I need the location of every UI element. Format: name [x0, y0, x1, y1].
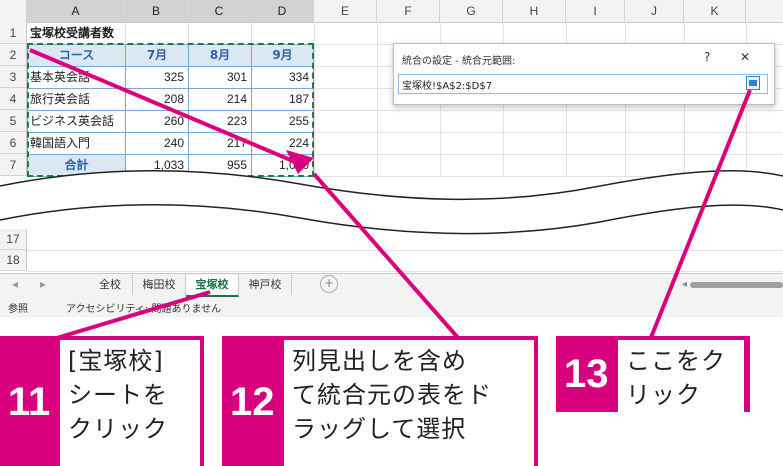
callout-12: 12 列見出しを含め て統合元の表をド ラッグして選択 — [222, 336, 538, 466]
callout-12-line-1: 列見出しを含め — [292, 347, 467, 375]
callout-13: 13 ここをク リック — [556, 336, 750, 412]
callout-13-line-2: リック — [626, 381, 701, 409]
callout-11-line-2: シートを — [68, 381, 168, 409]
callout-12-line-2: て統合元の表をド — [292, 381, 492, 409]
callout-12-text: 列見出しを含め て統合元の表をド ラッグして選択 — [284, 340, 534, 466]
callout-12-number: 12 — [230, 380, 275, 424]
callout-11-line-3: クリック — [68, 415, 168, 443]
callout-11: 11 [宝塚校] シートを クリック — [0, 336, 204, 466]
callout-11-line-1: [宝塚校] — [68, 347, 164, 375]
callout-12-line-3: ラッグして選択 — [292, 415, 467, 443]
callout-11-number: 11 — [8, 380, 51, 424]
callout-13-line-1: ここをク — [626, 347, 726, 375]
callout-11-text: [宝塚校] シートを クリック — [60, 340, 200, 466]
callout-13-text: ここをク リック — [618, 340, 744, 412]
callout-13-number: 13 — [564, 352, 609, 396]
